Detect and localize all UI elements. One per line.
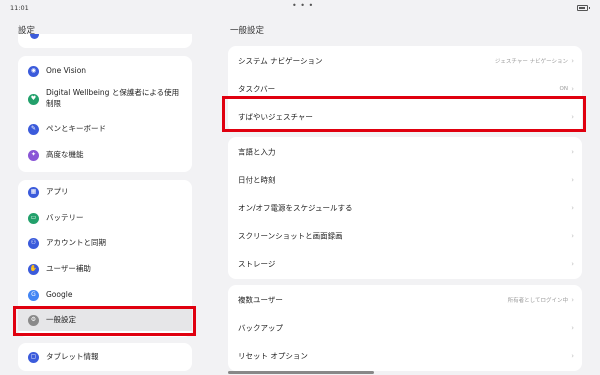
google-icon: G bbox=[28, 289, 39, 301]
chevron-right-icon: › bbox=[571, 148, 574, 156]
settings-row-label: システム ナビゲーション bbox=[238, 56, 323, 66]
accessibility-icon: ✋ bbox=[28, 263, 39, 275]
sidebar-item-label: ユーザー補助 bbox=[46, 263, 91, 273]
sidebar-item[interactable]: ♥ Digital Wellbeing と保護者による使用 制限 bbox=[18, 84, 192, 114]
sidebar-item[interactable]: ✦ 高度な機能 bbox=[18, 144, 192, 166]
sidebar-item-label: アカウントと同期 bbox=[46, 237, 106, 247]
more-dots-icon[interactable]: • • • bbox=[292, 1, 314, 10]
sidebar-item[interactable]: ▭ バッテリー bbox=[18, 207, 192, 229]
highlight-general-settings bbox=[13, 306, 196, 336]
sidebar-item[interactable]: ▦ アプリ bbox=[18, 181, 192, 203]
battery-icon: ▭ bbox=[28, 212, 39, 224]
home-indicator[interactable] bbox=[228, 371, 374, 374]
sidebar-item[interactable]: ▢ タブレット情報 bbox=[18, 346, 192, 368]
chevron-right-icon: › bbox=[571, 57, 574, 65]
sidebar-item[interactable]: G Google bbox=[18, 284, 192, 306]
scrolled-item-icon bbox=[30, 34, 39, 39]
apps-icon: ▦ bbox=[28, 186, 39, 198]
battery-status-icon bbox=[577, 5, 590, 11]
settings-group-users: 複数ユーザー 所有者としてログイン中 › バックアップ › リセット オプション › bbox=[228, 285, 582, 371]
chevron-right-icon: › bbox=[571, 260, 574, 268]
sidebar-item-label: Google bbox=[46, 289, 73, 299]
settings-row[interactable]: リセット オプション › bbox=[228, 342, 582, 370]
sidebar-item-label: ペンとキーボード bbox=[46, 123, 106, 133]
chevron-right-icon: › bbox=[571, 85, 574, 93]
sidebar-item-label: タブレット情報 bbox=[46, 351, 99, 361]
settings-row[interactable]: バックアップ › bbox=[228, 314, 582, 342]
sidebar-top-card-fragment bbox=[18, 34, 192, 48]
sidebar-item[interactable]: ✋ ユーザー補助 bbox=[18, 258, 192, 280]
highlight-quick-gestures bbox=[222, 96, 586, 132]
sidebar-item[interactable]: ✎ ペンとキーボード bbox=[18, 118, 192, 140]
settings-row[interactable]: スクリーンショットと画面録画 › bbox=[228, 222, 582, 250]
settings-row[interactable]: ストレージ › bbox=[228, 250, 582, 278]
chevron-right-icon: › bbox=[571, 296, 574, 304]
settings-row-label: 複数ユーザー bbox=[238, 295, 283, 305]
settings-row-label: ストレージ bbox=[238, 259, 276, 269]
sidebar-item[interactable]: ◉ One Vision bbox=[18, 60, 192, 82]
pen-keyboard-icon: ✎ bbox=[28, 123, 39, 135]
chevron-right-icon: › bbox=[571, 352, 574, 360]
sidebar-item-label: アプリ bbox=[46, 186, 69, 196]
advanced-features-icon: ✦ bbox=[28, 149, 39, 161]
chevron-right-icon: › bbox=[571, 176, 574, 184]
status-bar: 11:01 • • • bbox=[0, 0, 600, 16]
settings-group-system: 言語と入力 › 日付と時刻 › オン/オフ電源をスケジュールする › スクリーンショットと画… bbox=[228, 137, 582, 279]
sidebar-item-label: One Vision bbox=[46, 65, 87, 75]
settings-row[interactable]: 複数ユーザー 所有者としてログイン中 › bbox=[228, 286, 582, 314]
settings-row-label: 日付と時刻 bbox=[238, 175, 276, 185]
settings-row[interactable]: システム ナビゲーション ジェスチャー ナビゲーション › bbox=[228, 47, 582, 75]
general-settings-title: 一般設定 bbox=[230, 26, 265, 36]
settings-row[interactable]: オン/オフ電源をスケジュールする › bbox=[228, 194, 582, 222]
settings-row-value: 所有者としてログイン中 bbox=[507, 298, 568, 304]
accounts-icon: ⚇ bbox=[28, 237, 39, 249]
settings-row-value: ON bbox=[559, 86, 568, 92]
sidebar-item-label: 高度な機能 bbox=[46, 149, 84, 159]
sidebar-item-label: Digital Wellbeing と保護者による使用 制限 bbox=[46, 88, 180, 108]
one-vision-icon: ◉ bbox=[28, 65, 39, 77]
settings-row-label: リセット オプション bbox=[238, 351, 308, 361]
sidebar-group-about: ▢ タブレット情報 bbox=[18, 343, 192, 371]
status-time: 11:01 bbox=[10, 4, 29, 12]
chevron-right-icon: › bbox=[571, 232, 574, 240]
tablet-info-icon: ▢ bbox=[28, 351, 39, 363]
settings-row-label: バックアップ bbox=[238, 323, 283, 333]
sidebar-group-features: ◉ One Vision ♥ Digital Wellbeing と保護者による使用 … bbox=[18, 56, 192, 172]
chevron-right-icon: › bbox=[571, 204, 574, 212]
settings-row-value: ジェスチャー ナビゲーション bbox=[494, 59, 568, 65]
settings-row[interactable]: 言語と入力 › bbox=[228, 138, 582, 166]
sidebar-item-label: バッテリー bbox=[46, 212, 84, 222]
digital-wellbeing-icon: ♥ bbox=[28, 93, 39, 105]
settings-row-label: タスクバー bbox=[238, 84, 276, 94]
settings-row-label: 言語と入力 bbox=[238, 147, 276, 157]
sidebar-item[interactable]: ⚇ アカウントと同期 bbox=[18, 232, 192, 254]
settings-row[interactable]: 日付と時刻 › bbox=[228, 166, 582, 194]
settings-row-label: オン/オフ電源をスケジュールする bbox=[238, 203, 353, 213]
chevron-right-icon: › bbox=[571, 324, 574, 332]
settings-row-label: スクリーンショットと画面録画 bbox=[238, 231, 343, 241]
